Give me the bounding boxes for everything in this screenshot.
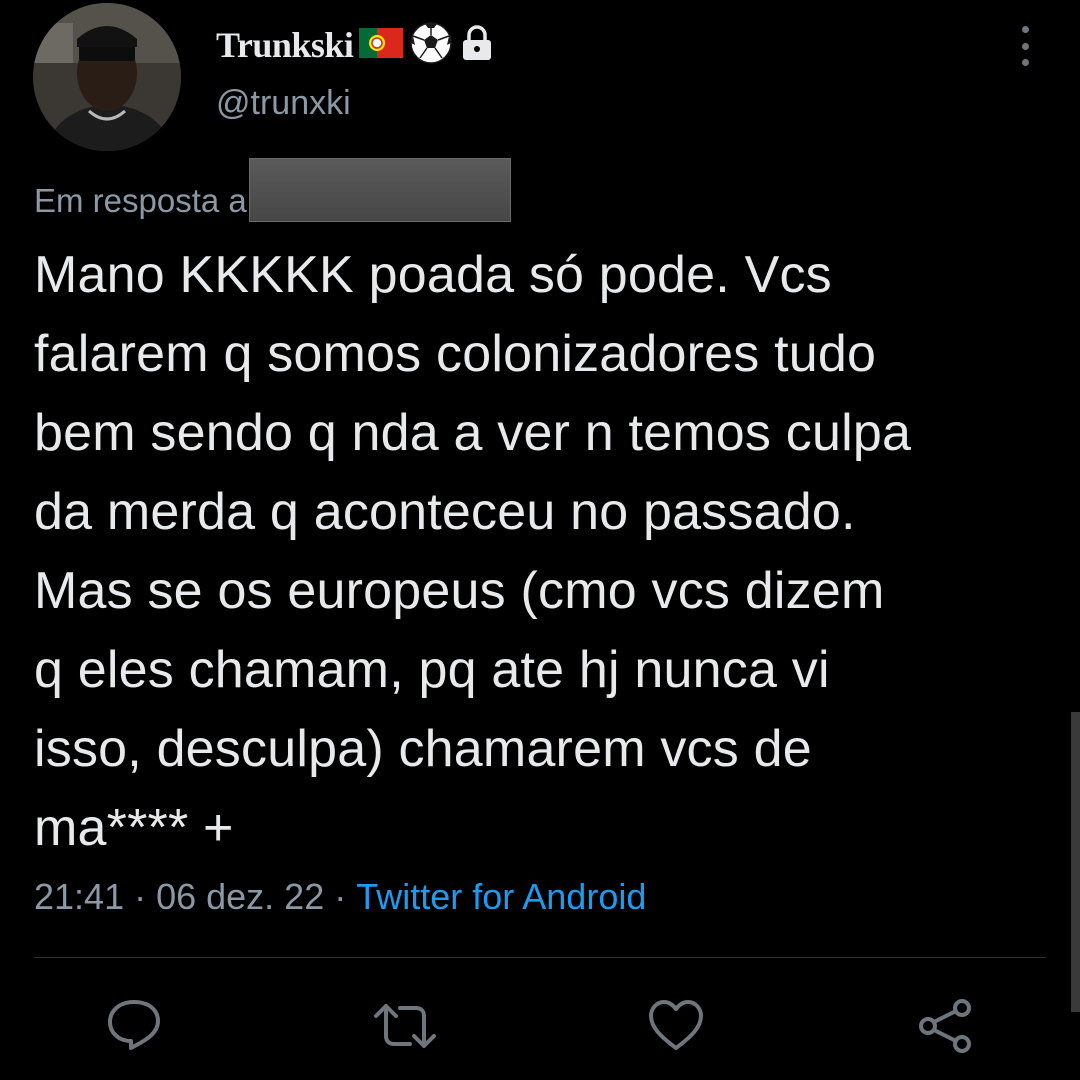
tweet-time[interactable]: 21:41 [34, 876, 124, 918]
like-icon [649, 1000, 703, 1050]
scrollbar[interactable] [1071, 712, 1080, 1012]
more-options-icon[interactable] [1012, 26, 1038, 66]
display-name-row[interactable]: Trunkski [216, 21, 495, 70]
tweet-metadata: 21:41 · 06 dez. 22 · Twitter for Android [34, 876, 646, 918]
avatar[interactable] [33, 3, 181, 151]
lock-icon [459, 23, 495, 68]
redacted-username-block [248, 158, 511, 222]
display-name[interactable]: Trunkski [216, 24, 354, 66]
tweet-date[interactable]: 06 dez. 22 [156, 876, 324, 918]
retweet-icon [374, 1004, 436, 1048]
retweet-button[interactable] [372, 996, 436, 1056]
meta-separator: · [124, 876, 157, 917]
share-icon [919, 999, 971, 1053]
soccer-ball-icon [409, 21, 453, 70]
divider [34, 957, 1046, 958]
tweet-source-link[interactable]: Twitter for Android [356, 876, 646, 918]
tweet-text: Mano KKKKK poada só pode. Vcs falarem q … [34, 246, 912, 857]
reply-icon [108, 1000, 160, 1050]
reply-button[interactable] [104, 996, 164, 1056]
user-handle[interactable]: @trunxki [216, 84, 351, 123]
avatar-image [33, 3, 181, 151]
reply-label: Em resposta a [34, 182, 247, 219]
share-button[interactable] [916, 996, 976, 1056]
like-button[interactable] [646, 996, 706, 1056]
portugal-flag-icon [359, 27, 404, 63]
reply-context: Em resposta a [34, 157, 511, 223]
meta-separator: · [324, 876, 357, 917]
